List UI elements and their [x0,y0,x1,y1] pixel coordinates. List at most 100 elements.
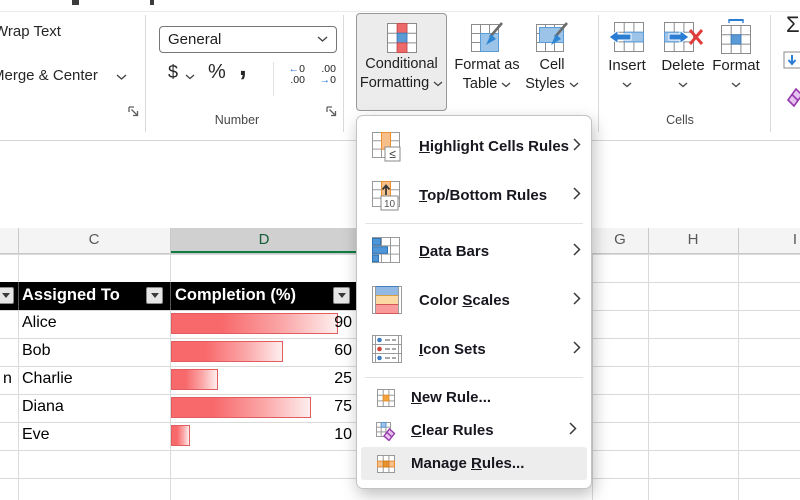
percent-style-button[interactable]: % [208,61,226,84]
new-rule-icon [374,388,398,408]
table-row: Eve 10 [0,422,358,450]
autosum-button[interactable]: Σ [786,12,800,38]
menu-item-label: Manage Rules... [411,455,577,472]
menu-item-top-bottom-rules[interactable]: 10 Top/Bottom Rules [357,171,591,220]
conditional-formatting-label2: Formatting [360,74,429,93]
manage-rules-icon [374,454,398,474]
menu-item-highlight-cells-rules[interactable]: ≤ Highlight Cells Rules [357,122,591,171]
insert-cells-button[interactable]: Insert [604,18,650,88]
table-header-completion: Completion (%) [175,286,296,305]
fill-button[interactable] [783,50,800,70]
insert-icon [607,18,647,56]
data-bars-icon [367,235,407,269]
number-dialog-launcher-icon[interactable] [325,105,338,118]
top-crop-fragment [72,0,79,5]
column-header-h[interactable]: H [648,231,738,248]
group-separator [598,15,599,132]
chevron-down-icon [678,82,688,88]
cell-value[interactable]: 25 [171,370,352,388]
header-cell-divider [170,282,171,310]
cell-name[interactable]: Alice [22,314,57,332]
submenu-arrow-icon [573,341,581,359]
delete-icon [661,18,705,56]
number-format-combobox[interactable]: General [159,26,337,53]
chevron-down-icon [433,81,443,87]
cell-name[interactable]: Diana [22,398,64,416]
menu-item-icon-sets[interactable]: Icon Sets [357,325,591,374]
menu-item-new-rule[interactable]: New Rule... [361,381,587,414]
arrow-right-icon: → [320,74,331,86]
cell-value[interactable]: 60 [171,342,352,360]
insert-label: Insert [608,56,646,76]
decrease-decimal-button[interactable]: .00→0 [310,64,336,86]
conditional-formatting-button[interactable]: Conditional Formatting [356,13,447,111]
format-label: Format [712,56,760,76]
format-cells-button[interactable]: Format [712,18,760,88]
conditional-formatting-menu: ≤ Highlight Cells Rules 10 Top/Bottom Ru… [356,115,592,489]
menu-item-color-scales[interactable]: Color Scales [357,276,591,325]
gridline [592,254,593,500]
format-icon [716,18,756,56]
menu-item-label: Top/Bottom Rules [419,187,573,204]
top-crop-fragment [150,0,154,5]
column-header-g[interactable]: G [592,231,648,248]
filter-button[interactable] [146,287,163,304]
group-separator [343,15,344,132]
digit: 0 [330,74,336,86]
menu-item-clear-rules[interactable]: Clear Rules [361,414,587,447]
submenu-arrow-icon [573,292,581,310]
menu-item-label: Data Bars [419,243,573,260]
ten-badge: 10 [384,199,396,210]
cell-value[interactable]: 10 [171,426,352,444]
chevron-down-icon [317,36,328,43]
menu-item-label: Color Scales [419,292,573,309]
wrap-text-button[interactable]: Wrap Text [0,23,61,40]
filter-button[interactable] [333,287,350,304]
column-header-i[interactable]: I [738,231,800,248]
menu-separator [365,223,583,224]
cell-styles-button[interactable]: Cell Styles [521,14,583,118]
cell-name[interactable]: Charlie [22,370,73,388]
cell-name[interactable]: Bob [22,342,50,360]
table-row: n Charlie 25 [0,366,358,394]
menu-item-label: Clear Rules [411,422,569,439]
chevron-down-icon [501,82,511,88]
alignment-dialog-launcher-icon[interactable] [127,105,140,118]
menu-item-data-bars[interactable]: Data Bars [357,227,591,276]
table-row: Alice 90 [0,310,358,338]
header-divider [18,228,19,254]
cells-group-label: Cells [630,113,730,127]
cell-value[interactable]: 90 [171,314,352,332]
chevron-down-icon[interactable] [185,74,195,80]
excel-window: Wrap Text Merge & Center General $ % , ←… [0,0,800,500]
table-row: Bob 60 [0,338,358,366]
cell-name[interactable]: Eve [22,426,50,444]
conditional-formatting-icon [384,21,420,55]
cut-off-cell-fragment: n [3,370,12,388]
format-as-table-button[interactable]: Format as Table [448,14,526,118]
submenu-arrow-icon [573,138,581,156]
delete-label: Delete [661,56,704,76]
column-header-d-label: D [170,231,358,248]
accounting-format-button[interactable]: $ [168,62,178,83]
delete-cells-button[interactable]: Delete [657,18,709,88]
conditional-formatting-label: Conditional [365,55,438,74]
increase-decimal-button[interactable]: ←0.00 [279,64,305,86]
filter-button[interactable] [0,287,14,304]
less-equal-badge: ≤ [389,147,396,161]
chevron-down-icon [622,82,632,88]
column-header-d-selected[interactable]: D [170,228,358,253]
clear-button[interactable] [781,84,800,108]
comma-style-button[interactable]: , [239,50,247,82]
mini-separator [273,62,274,96]
group-separator [145,15,146,132]
gridline [738,254,739,500]
format-as-table-label2: Table [463,75,498,94]
format-as-table-icon [468,20,506,56]
cell-value[interactable]: 75 [171,398,352,416]
merge-center-button[interactable]: Merge & Center [0,67,98,84]
column-header-c[interactable]: C [18,231,170,248]
chevron-down-icon[interactable] [116,74,127,81]
table-row: Diana 75 [0,394,358,422]
menu-item-manage-rules[interactable]: Manage Rules... [361,447,587,480]
